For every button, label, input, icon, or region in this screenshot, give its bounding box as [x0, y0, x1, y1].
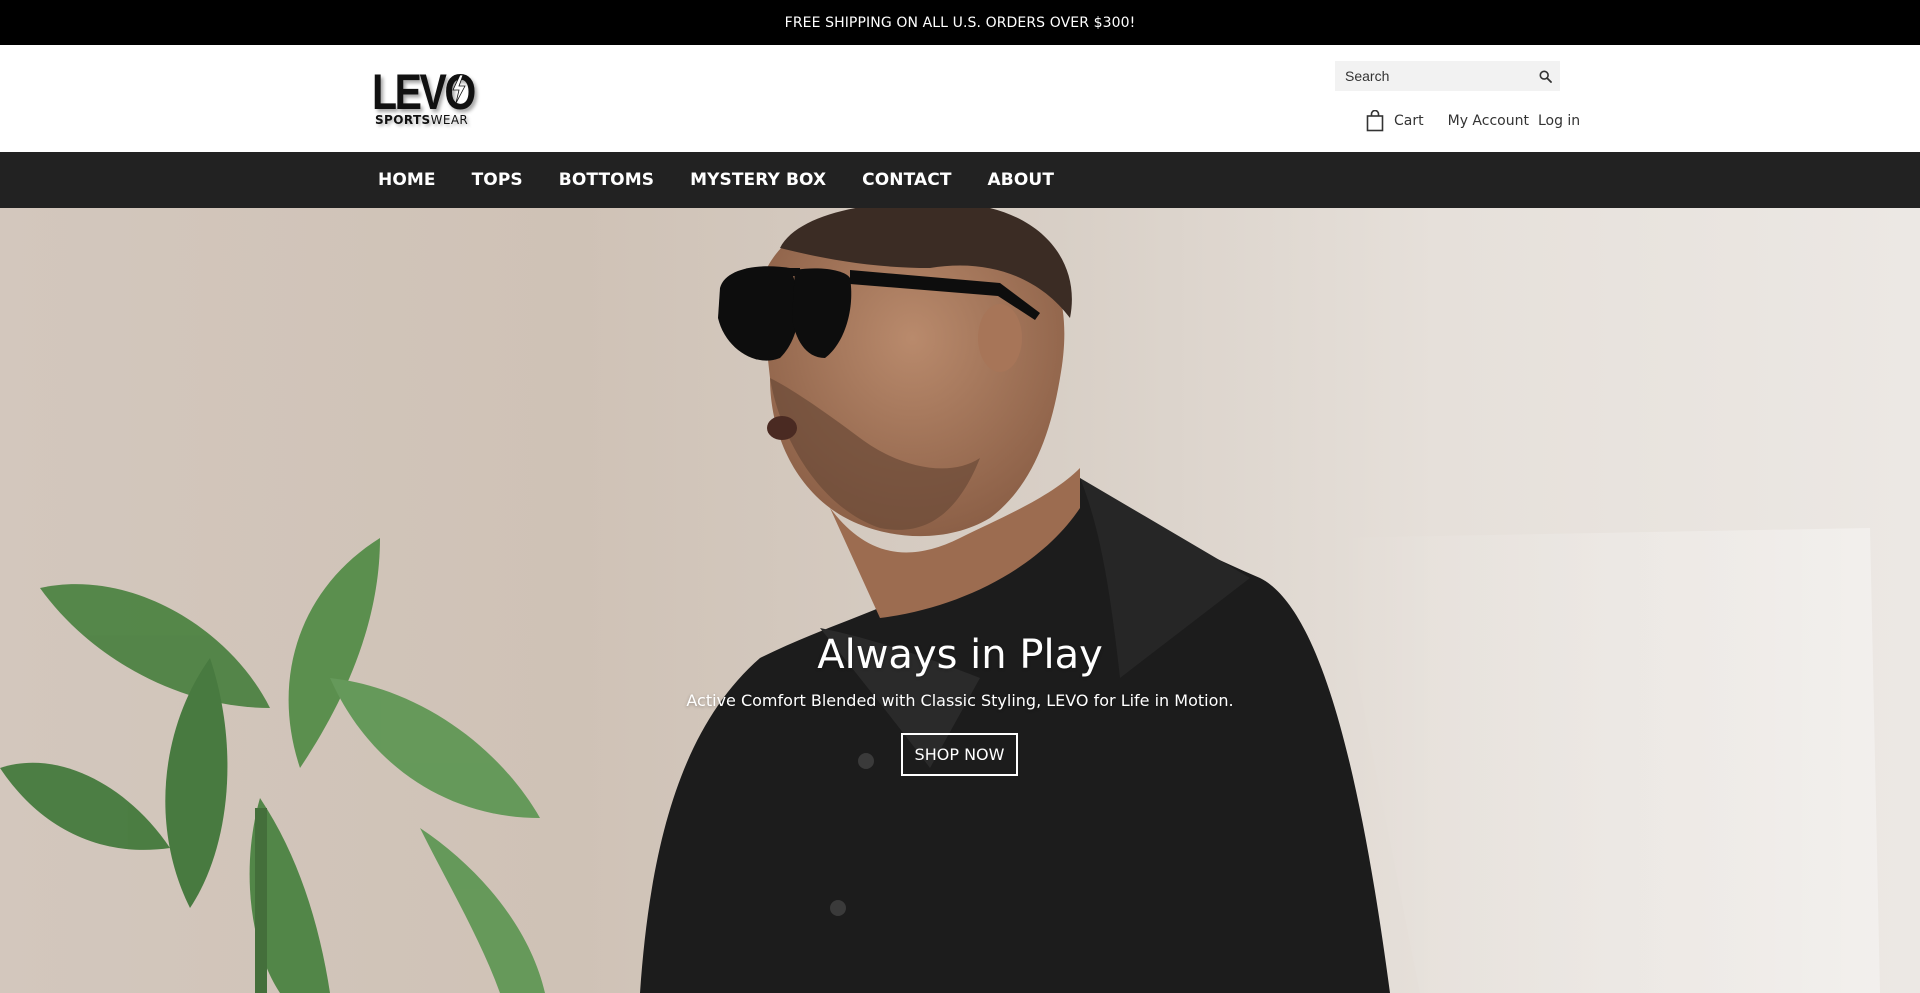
- search-button[interactable]: [1530, 61, 1560, 91]
- hero-subtitle: Active Comfort Blended with Classic Styl…: [686, 691, 1234, 710]
- nav-item-contact[interactable]: CONTACT: [862, 170, 951, 190]
- plant: [0, 538, 545, 993]
- cart-link[interactable]: Cart: [1366, 110, 1424, 132]
- nav-item-tops[interactable]: TOPS: [472, 170, 523, 190]
- announcement-bar: FREE SHIPPING ON ALL U.S. ORDERS OVER $3…: [0, 0, 1920, 45]
- main-nav: HOME TOPS BOTTOMS MYSTERY BOX CONTACT AB…: [0, 152, 1920, 208]
- nav-item-about[interactable]: ABOUT: [988, 170, 1054, 190]
- hero-title: Always in Play: [817, 632, 1103, 678]
- logo-tagline-light: WEAR: [430, 113, 469, 127]
- announcement-text: FREE SHIPPING ON ALL U.S. ORDERS OVER $3…: [784, 14, 1136, 31]
- search-input[interactable]: [1335, 61, 1530, 91]
- logo-tagline-bold: SPORTS: [375, 113, 431, 127]
- nav-item-mystery-box[interactable]: MYSTERY BOX: [690, 170, 826, 190]
- nav-item-home[interactable]: HOME: [378, 170, 436, 190]
- logo-tagline: SPORTSWEAR: [375, 113, 468, 127]
- site-header: LEVO SPORTSWEAR Cart My Account Log in: [0, 45, 1920, 152]
- brand-logo[interactable]: LEVO SPORTSWEAR: [372, 67, 476, 129]
- search-icon: [1538, 69, 1552, 83]
- lightning-bolt-icon: [452, 75, 466, 103]
- hero-banner: Always in Play Active Comfort Blended wi…: [0, 208, 1920, 993]
- account-links: Cart My Account Log in: [1366, 109, 1580, 133]
- cart-label: Cart: [1394, 113, 1424, 129]
- login-link[interactable]: Log in: [1538, 113, 1580, 129]
- my-account-link[interactable]: My Account: [1448, 113, 1529, 129]
- shop-now-button[interactable]: SHOP NOW: [901, 733, 1018, 776]
- nav-item-bottoms[interactable]: BOTTOMS: [559, 170, 654, 190]
- search-bar: [1335, 61, 1560, 91]
- shopping-bag-icon: [1366, 110, 1384, 132]
- hero-image: [0, 208, 1880, 993]
